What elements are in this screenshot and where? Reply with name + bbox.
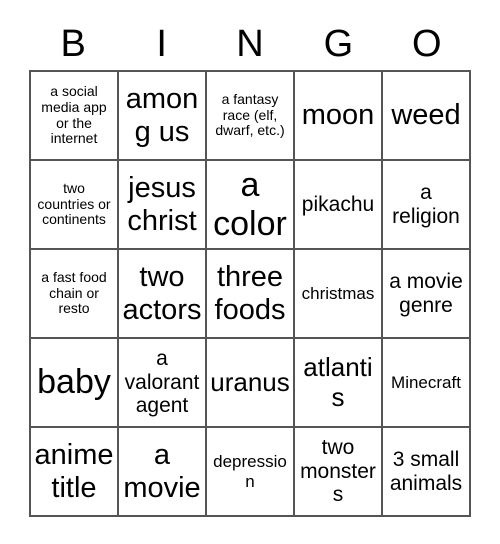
bingo-cell-label: 3 small animals [389, 447, 463, 495]
bingo-cell[interactable]: Minecraft [383, 339, 471, 428]
bingo-cell-label: a fast food chain or resto [41, 268, 107, 317]
bingo-cell[interactable]: christmas [295, 250, 383, 339]
bingo-cell[interactable]: jesus christ [119, 161, 207, 250]
header-letter-b: B [60, 23, 86, 65]
bingo-grid: a social media app or the internet among… [29, 70, 471, 517]
bingo-cell-label: a fantasy race (elf, dwarf, etc.) [215, 90, 285, 139]
bingo-cell[interactable]: a movie genre [383, 250, 471, 339]
bingo-cell-label: a social media app or the internet [41, 83, 107, 147]
bingo-cell-label: a movie genre [389, 269, 463, 317]
bingo-cell-label: weed [391, 99, 461, 132]
bingo-cell[interactable]: two actors [119, 250, 207, 339]
bingo-cell[interactable]: depression [207, 428, 295, 517]
bingo-cell-label: a religion [392, 180, 460, 228]
bingo-cell-label: anime title [34, 439, 114, 504]
bingo-cell[interactable]: a color [207, 161, 295, 250]
bingo-cell-label: uranus [210, 366, 290, 397]
bingo-cell[interactable]: a movie [119, 428, 207, 517]
bingo-cell[interactable]: anime title [31, 428, 119, 517]
bingo-cell-label: two actors [122, 261, 202, 326]
header-letter-o: O [412, 23, 442, 65]
bingo-cell-label: two monsters [300, 436, 376, 507]
bingo-cell-label: depression [213, 452, 287, 491]
bingo-cell[interactable]: 3 small animals [383, 428, 471, 517]
bingo-cell[interactable]: pikachu [295, 161, 383, 250]
header-letter-g: G [323, 23, 354, 65]
bingo-cell[interactable]: a fast food chain or resto [31, 250, 119, 339]
bingo-card: B I N G O a social media app or the inte… [29, 18, 471, 517]
bingo-cell[interactable]: a valorant agent [119, 339, 207, 428]
bingo-cell-label: two countries or continents [37, 179, 111, 228]
bingo-cell-label: three foods [214, 261, 286, 326]
bingo-cell[interactable]: weed [383, 72, 471, 161]
header-letter-n: N [236, 23, 264, 65]
bingo-cell[interactable]: baby [31, 339, 119, 428]
bingo-cell[interactable]: a religion [383, 161, 471, 250]
bingo-cell-label: moon [301, 99, 375, 132]
bingo-cell-label: jesus christ [127, 172, 197, 237]
bingo-cell-label: a color [213, 166, 287, 243]
bingo-cell-label: pikachu [301, 192, 375, 216]
bingo-cell-label: a movie [123, 439, 201, 504]
bingo-cell-label: among us [125, 83, 199, 148]
bingo-cell[interactable]: a fantasy race (elf, dwarf, etc.) [207, 72, 295, 161]
bingo-cell[interactable]: moon [295, 72, 383, 161]
bingo-cell-label: atlantis [303, 352, 373, 412]
bingo-cell-label: baby [37, 363, 111, 402]
header-letter-i: I [156, 23, 167, 65]
bingo-cell[interactable]: among us [119, 72, 207, 161]
bingo-cell-label: christmas [301, 283, 375, 303]
bingo-cell-label: Minecraft [391, 372, 461, 392]
bingo-header: B I N G O [29, 18, 471, 70]
bingo-cell[interactable]: uranus [207, 339, 295, 428]
bingo-cell[interactable]: three foods [207, 250, 295, 339]
bingo-cell[interactable]: two countries or continents [31, 161, 119, 250]
bingo-cell-label: a valorant agent [124, 347, 200, 418]
bingo-cell[interactable]: a social media app or the internet [31, 72, 119, 161]
bingo-cell[interactable]: two monsters [295, 428, 383, 517]
bingo-cell[interactable]: atlantis [295, 339, 383, 428]
